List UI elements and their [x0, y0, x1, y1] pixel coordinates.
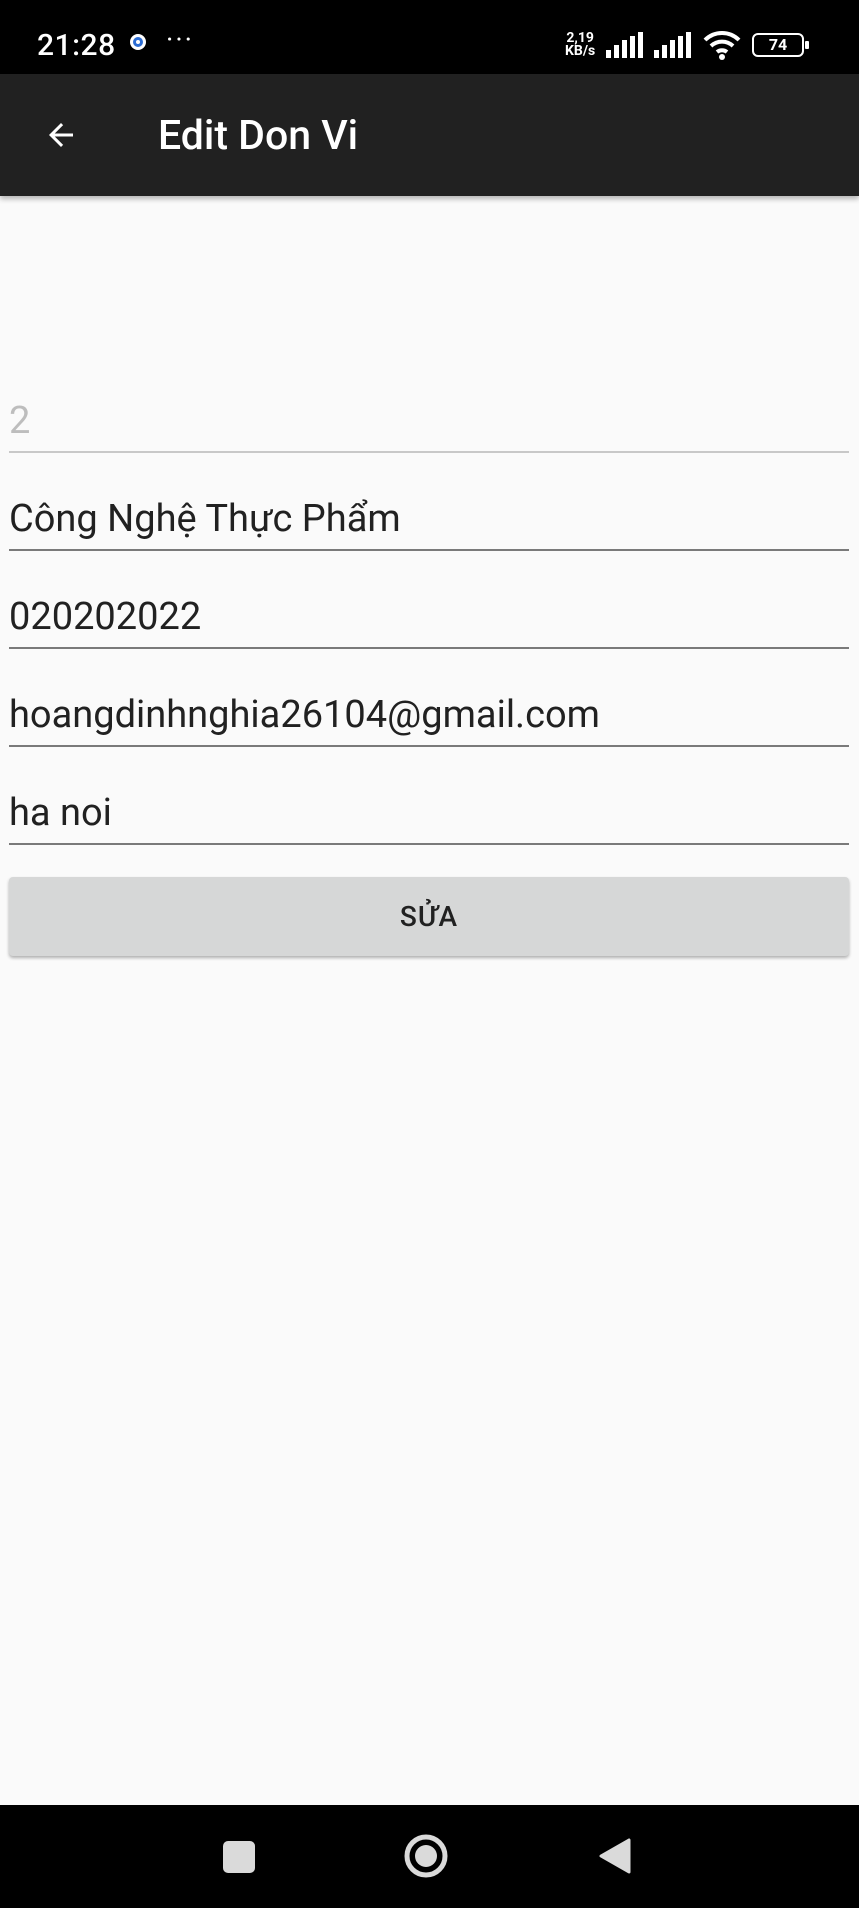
circle-home-icon[interactable]	[403, 1833, 449, 1883]
battery-level: 74	[768, 35, 788, 54]
network-speed: 2,19 KB/s	[565, 31, 596, 59]
triangle-back-icon[interactable]	[597, 1837, 631, 1879]
app-bar: Edit Don Vi	[0, 74, 859, 196]
page-title: Edit Don Vi	[158, 112, 359, 160]
edit-submit-button[interactable]: SỬA	[9, 877, 849, 956]
address-field	[9, 785, 849, 845]
name-field	[9, 491, 849, 551]
status-bar: 21:28 ··· 2,19 KB/s 74	[0, 0, 859, 74]
network-speed-unit: KB/s	[565, 43, 596, 59]
system-nav-bar	[0, 1805, 859, 1908]
phone-field	[9, 589, 849, 649]
wifi-icon	[703, 30, 741, 64]
id-field	[9, 393, 849, 453]
name-input[interactable]	[9, 491, 849, 547]
cell-signal-icon	[606, 32, 646, 62]
id-input[interactable]	[9, 393, 849, 449]
back-button[interactable]	[30, 104, 92, 166]
more-notifications-icon: ···	[166, 23, 194, 56]
email-input[interactable]	[9, 687, 849, 743]
square-recent-apps-icon[interactable]	[223, 1841, 255, 1873]
phone-input[interactable]	[9, 589, 849, 645]
arrow-back-icon	[49, 123, 73, 147]
email-field	[9, 687, 849, 747]
cell-signal-icon-2	[654, 32, 694, 62]
status-time: 21:28	[37, 28, 116, 63]
notification-app-icon	[128, 32, 148, 56]
address-input[interactable]	[9, 785, 849, 841]
